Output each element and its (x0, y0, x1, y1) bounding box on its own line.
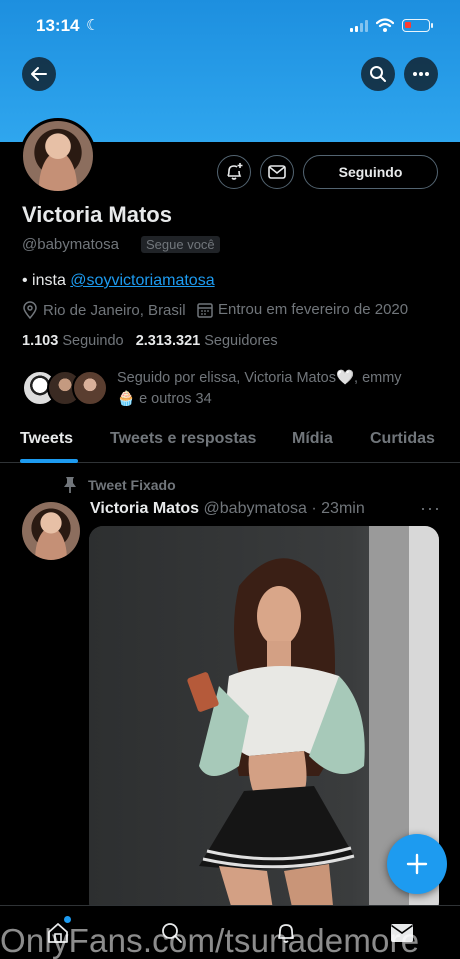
status-bar: 13:14 ☾ (0, 14, 460, 38)
calendar-icon (197, 302, 213, 318)
pin-icon (64, 477, 76, 493)
mail-icon (268, 165, 286, 179)
tab-likes[interactable]: Curtidas (370, 430, 435, 448)
watermark-text: OnlyFans.com/tsunademore (0, 922, 420, 959)
pinned-text: Tweet Fixado (88, 477, 176, 493)
following-button[interactable]: Seguindo (303, 155, 438, 189)
following-label: Seguindo (62, 333, 124, 349)
bell-plus-icon (227, 163, 243, 180)
active-tab-indicator (20, 459, 78, 463)
arrow-left-icon (31, 67, 47, 81)
signal-icon (350, 20, 368, 32)
tweet-author-name[interactable]: Victoria Matos (90, 500, 199, 517)
notifications-button[interactable] (217, 155, 251, 189)
profile-location: Rio de Janeiro, Brasil (22, 301, 186, 319)
profile-bio: • insta @soyvictoriamatosa (22, 272, 215, 290)
more-button[interactable] (404, 57, 438, 91)
location-pin-icon (23, 301, 37, 319)
tweet-meta: @babymatosa · 23min (203, 500, 365, 517)
status-time: 13:14 (36, 16, 80, 35)
bio-text: • insta (22, 272, 71, 289)
search-icon (370, 66, 386, 82)
back-button[interactable] (22, 57, 56, 91)
followed-by-line2: 🧁 e outros 34 (117, 391, 212, 407)
tweet-more-button[interactable]: ··· (420, 498, 441, 519)
profile-joined: Entrou em fevereiro de 2020 (197, 301, 408, 318)
search-button[interactable] (361, 57, 395, 91)
tweet-author-avatar[interactable] (22, 502, 80, 560)
compose-tweet-button[interactable] (387, 834, 447, 894)
tab-media[interactable]: Mídia (292, 430, 333, 448)
tab-tweets[interactable]: Tweets (20, 430, 73, 448)
follows-you-badge: Segue você (141, 236, 220, 253)
follower-avatar (72, 370, 108, 406)
followed-by-line1: Seguido por elissa, Victoria Matos🤍, emm… (117, 370, 402, 386)
followers-link[interactable]: 2.313.321 Seguidores (136, 333, 278, 349)
followed-by-text[interactable]: Seguido por elissa, Victoria Matos🤍, emm… (117, 368, 437, 410)
followers-count: 2.313.321 (135, 333, 201, 349)
tweet-header: Victoria Matos @babymatosa · 23min (90, 500, 365, 518)
wifi-icon (376, 18, 394, 32)
tab-tweets-replies[interactable]: Tweets e respostas (110, 430, 256, 448)
moon-icon: ☾ (86, 17, 100, 34)
follow-counts: 1.103 Seguindo 2.313.321 Seguidores (22, 333, 278, 349)
plus-icon (406, 853, 428, 875)
followers-label: Seguidores (204, 333, 278, 349)
battery-icon (402, 19, 433, 32)
following-link[interactable]: 1.103 Seguindo (22, 333, 124, 349)
profile-handle: @babymatosa (22, 236, 119, 253)
profile-avatar[interactable] (20, 118, 96, 194)
tweet-photo (89, 526, 439, 916)
bio-link[interactable]: @soyvictoriamatosa (70, 272, 214, 289)
message-button[interactable] (260, 155, 294, 189)
tweet-media-image[interactable] (89, 526, 439, 916)
location-text: Rio de Janeiro, Brasil (43, 301, 186, 319)
profile-tabs: Tweets Tweets e respostas Mídia Curtidas (0, 420, 460, 463)
following-count: 1.103 (22, 333, 59, 349)
profile-name: Victoria Matos (22, 202, 172, 227)
more-horizontal-icon (413, 72, 429, 76)
pinned-tweet-label: Tweet Fixado (62, 476, 176, 494)
joined-text: Entrou em fevereiro de 2020 (218, 301, 409, 318)
